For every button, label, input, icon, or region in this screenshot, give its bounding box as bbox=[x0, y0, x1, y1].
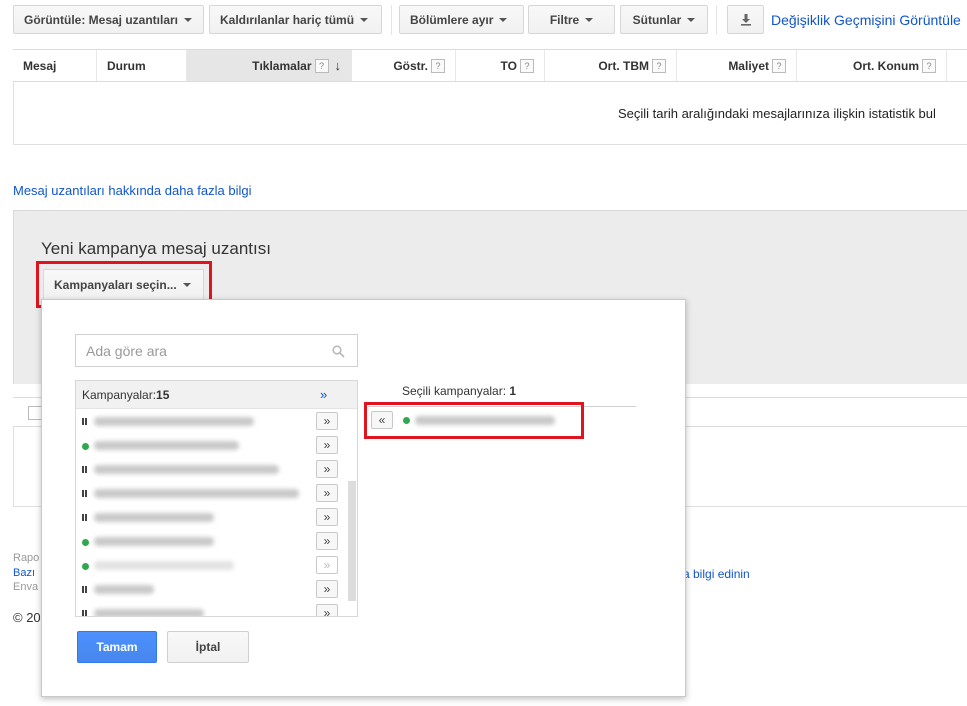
campaign-picker-popup: Ada göre ara Kampanyalar: 15 » » » » » » » » » »… bbox=[41, 299, 686, 697]
active-status-icon bbox=[82, 539, 89, 546]
columns-dropdown[interactable]: Sütunlar bbox=[620, 5, 708, 34]
view-dropdown[interactable]: Görüntüle: Mesaj uzantıları bbox=[13, 5, 204, 34]
learn-more-link[interactable]: Mesaj uzantıları hakkında daha fazla bil… bbox=[13, 183, 251, 198]
change-history-link[interactable]: Değişiklik Geçmişini Görüntüle bbox=[771, 12, 961, 28]
paused-status-icon bbox=[82, 466, 87, 473]
highlight-selected-campaign bbox=[364, 402, 584, 439]
cancel-button[interactable]: İptal bbox=[167, 631, 249, 663]
campaign-name-redacted bbox=[94, 537, 214, 546]
column-impressions[interactable]: Göstr.? bbox=[352, 50, 456, 81]
chevron-down-icon bbox=[585, 17, 594, 22]
column-ctr[interactable]: TO? bbox=[456, 50, 545, 81]
column-avg-cpc[interactable]: Ort. TBM? bbox=[545, 50, 677, 81]
add-campaign-button[interactable]: » bbox=[316, 580, 338, 598]
selected-campaigns-header: Seçili kampanyalar: 1 bbox=[402, 384, 517, 398]
list-item[interactable]: » bbox=[76, 553, 344, 577]
scrollbar-thumb[interactable] bbox=[348, 481, 356, 601]
add-campaign-button[interactable]: » bbox=[316, 556, 338, 574]
help-icon[interactable]: ? bbox=[431, 58, 445, 73]
campaign-name-redacted bbox=[94, 489, 299, 498]
list-item[interactable]: » bbox=[76, 433, 344, 457]
list-scrollbar[interactable] bbox=[346, 409, 357, 616]
active-status-icon bbox=[82, 443, 89, 450]
column-clicks[interactable]: Tıklamalar ? ↓ bbox=[187, 50, 352, 81]
copyright: © 20 bbox=[13, 610, 41, 625]
add-campaign-button[interactable]: » bbox=[316, 412, 338, 430]
chevron-down-icon bbox=[184, 17, 193, 22]
stats-table-header: Mesaj Durum Tıklamalar ? ↓ Göstr.? TO? O… bbox=[13, 49, 967, 82]
toolbar-divider bbox=[391, 5, 392, 35]
sort-desc-icon: ↓ bbox=[334, 58, 342, 73]
active-status-icon bbox=[82, 563, 89, 570]
help-icon[interactable]: ? bbox=[314, 58, 329, 73]
removed-filter-dropdown[interactable]: Kaldırılanlar hariç tümü bbox=[209, 5, 382, 34]
column-message[interactable]: Mesaj bbox=[13, 50, 97, 81]
add-campaign-button[interactable]: » bbox=[316, 436, 338, 454]
ok-button[interactable]: Tamam bbox=[77, 631, 157, 663]
filter-dropdown[interactable]: Filtre bbox=[528, 5, 615, 34]
footer-text: Rapo bbox=[13, 552, 40, 564]
list-item[interactable]: » bbox=[76, 505, 344, 529]
footer-learn-link[interactable]: a bilgi edinin bbox=[683, 567, 750, 581]
add-campaign-button[interactable]: » bbox=[316, 460, 338, 478]
campaign-name-redacted bbox=[94, 441, 239, 450]
chevron-down-icon bbox=[360, 17, 369, 22]
add-all-button[interactable]: » bbox=[320, 387, 327, 402]
list-item[interactable]: » bbox=[76, 457, 344, 481]
footer-link[interactable]: Bazı bbox=[13, 567, 35, 579]
search-icon bbox=[332, 345, 345, 358]
toolbar-divider bbox=[716, 5, 717, 35]
paused-status-icon bbox=[82, 418, 87, 425]
add-campaign-button[interactable]: » bbox=[316, 604, 338, 616]
new-extension-title: Yeni kampanya mesaj uzantısı bbox=[41, 239, 271, 258]
paused-status-icon bbox=[82, 586, 87, 593]
list-item[interactable]: » bbox=[76, 601, 344, 616]
footer-text: Enva bbox=[13, 581, 39, 593]
help-icon[interactable]: ? bbox=[772, 58, 786, 73]
column-status[interactable]: Durum bbox=[97, 50, 187, 81]
column-avg-position[interactable]: Ort. Konum? bbox=[797, 50, 947, 81]
add-campaign-button[interactable]: » bbox=[316, 532, 338, 550]
column-cost[interactable]: Maliyet? bbox=[677, 50, 797, 81]
segments-dropdown[interactable]: Bölümlere ayır bbox=[399, 5, 524, 34]
campaign-list: Kampanyalar: 15 » » » » » » » » » » bbox=[75, 380, 358, 617]
paused-status-icon bbox=[82, 514, 87, 521]
download-button[interactable] bbox=[727, 5, 764, 34]
download-icon bbox=[740, 14, 751, 26]
campaign-name-redacted bbox=[94, 465, 279, 474]
add-campaign-button[interactable]: » bbox=[316, 508, 338, 526]
empty-table-message: Seçili tarih aralığındaki mesajlarınıza … bbox=[618, 106, 936, 121]
campaign-name-redacted bbox=[94, 513, 214, 522]
select-all-checkbox[interactable] bbox=[28, 406, 42, 420]
paused-status-icon bbox=[82, 610, 87, 616]
campaign-name-redacted bbox=[94, 609, 204, 616]
add-campaign-button[interactable]: » bbox=[316, 484, 338, 502]
chevron-down-icon bbox=[687, 17, 696, 22]
paused-status-icon bbox=[82, 490, 87, 497]
campaign-name-redacted bbox=[94, 585, 154, 594]
help-icon[interactable]: ? bbox=[652, 58, 666, 73]
help-icon[interactable]: ? bbox=[922, 58, 936, 73]
help-icon[interactable]: ? bbox=[520, 58, 534, 73]
campaign-name-redacted bbox=[94, 561, 234, 570]
campaign-search-input[interactable]: Ada göre ara bbox=[75, 334, 358, 367]
campaign-name-redacted bbox=[94, 417, 254, 426]
chevron-down-icon bbox=[499, 17, 508, 22]
campaign-list-header: Kampanyalar: 15 » bbox=[76, 381, 357, 409]
list-item[interactable]: » bbox=[76, 409, 344, 433]
list-item[interactable]: » bbox=[76, 529, 344, 553]
stats-table-body: Seçili tarih aralığındaki mesajlarınıza … bbox=[13, 82, 967, 145]
list-item[interactable]: » bbox=[76, 481, 344, 505]
list-item[interactable]: » bbox=[76, 577, 344, 601]
